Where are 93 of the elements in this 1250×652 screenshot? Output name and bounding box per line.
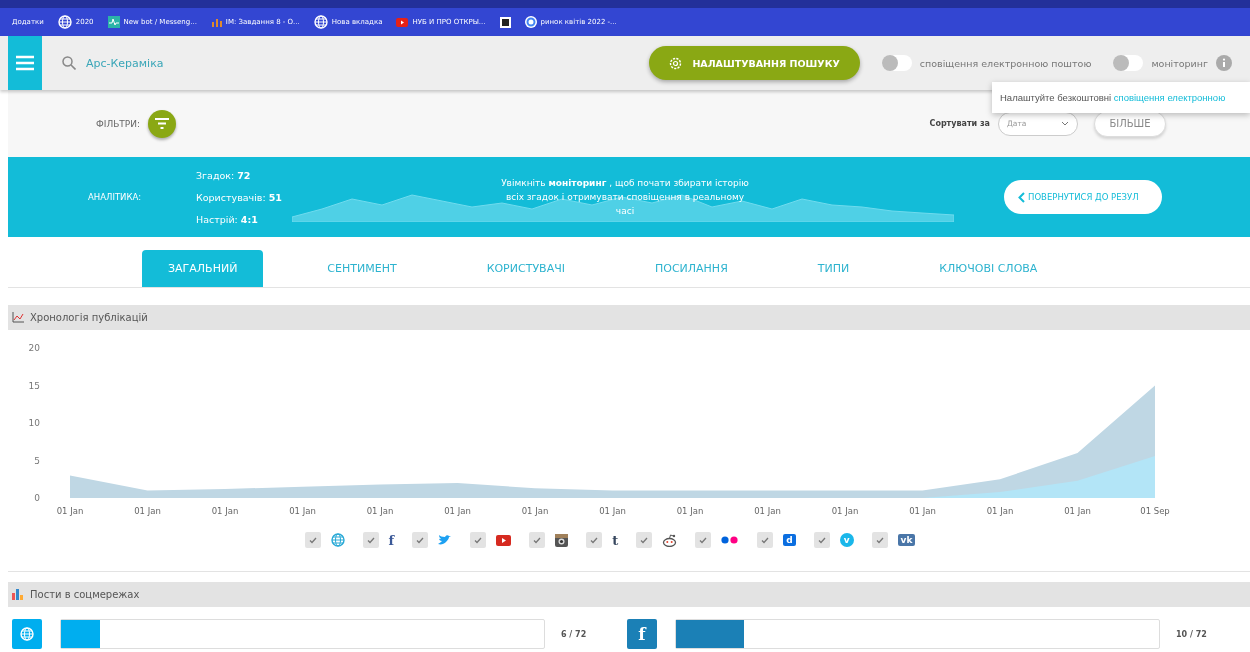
- axis-tick-label: 0: [34, 493, 40, 503]
- letter-icon: f: [638, 625, 646, 643]
- analytics-stat: Згадок: 72: [196, 169, 252, 181]
- checkbox[interactable]: [529, 532, 546, 548]
- check-icon: [699, 536, 708, 544]
- axis-tick-label: 01 Jan: [599, 506, 626, 516]
- axis-tick-label: 01 Jan: [366, 506, 394, 516]
- tab[interactable]: ПОСИЛАННЯ: [628, 250, 754, 287]
- axis-tick-label: 01 Jan: [986, 506, 1014, 516]
- check-icon: [817, 536, 826, 544]
- tab[interactable]: ТИПИ: [791, 250, 876, 287]
- axis-tick-label: 01 Jan: [676, 506, 704, 516]
- tab[interactable]: ЗАГАЛЬНИЙ: [142, 250, 264, 287]
- search-icon: [62, 56, 76, 70]
- check-icon: [590, 536, 599, 544]
- toggle-label: моніторинг: [1151, 57, 1208, 69]
- check-icon: [761, 536, 770, 544]
- globe-icon: [20, 627, 34, 641]
- check-icon: [875, 536, 884, 544]
- tab[interactable]: КЛЮЧОВІ СЛОВА: [913, 250, 1064, 287]
- axis-tick-label: 01 Jan: [289, 506, 316, 516]
- axis-tick-label: 01 Jan: [909, 506, 936, 516]
- pulse-icon: [107, 16, 120, 28]
- analytics-stat: Користувачів: 51: [196, 191, 283, 203]
- axis-tick-label: 01 Jan: [211, 506, 239, 516]
- play-icon: [396, 17, 409, 27]
- section-title: Пости в соцмережах: [30, 589, 140, 600]
- checkbox[interactable]: [586, 532, 603, 548]
- checkbox[interactable]: [813, 532, 830, 548]
- letter-icon: vk: [897, 534, 916, 546]
- caret-icon: [1061, 121, 1069, 126]
- filter-icon: [155, 118, 170, 129]
- check-icon: [308, 536, 317, 544]
- checkbox[interactable]: [362, 532, 379, 548]
- post-count: 10 / 72: [1176, 629, 1207, 639]
- axis-tick-label: 01 Jan: [831, 506, 859, 516]
- axis-tick-label: 10: [28, 418, 40, 428]
- letter-icon: f: [388, 533, 395, 547]
- axis-tick-label: 5: [34, 455, 40, 466]
- checkbox[interactable]: [304, 532, 321, 548]
- letter-icon: v: [839, 533, 854, 547]
- axis-tick-label: 15: [28, 380, 40, 391]
- bar-chart-icon: [12, 589, 24, 600]
- globe-icon: [57, 15, 72, 29]
- monitoring-message: Увімкніть моніторинг , щоб почати збирати історію всіх згадок і отримувати сповіщення в реальному часі: [500, 177, 750, 218]
- axis-tick-label: 01 Jan: [56, 506, 84, 516]
- checkbox[interactable]: [470, 532, 487, 548]
- checkbox[interactable]: [871, 532, 888, 548]
- menu-icon: [16, 55, 34, 71]
- checkbox[interactable]: [757, 532, 774, 548]
- axis-tick-label: 01 Jan: [521, 506, 549, 516]
- checkbox[interactable]: [695, 532, 712, 548]
- checkbox[interactable]: [636, 532, 653, 548]
- check-icon: [474, 536, 483, 544]
- axis-tick-label: 01 Jan: [754, 506, 781, 516]
- toggle-label: сповіщення електронною поштою: [919, 57, 1092, 69]
- check-icon: [366, 536, 375, 544]
- chart-icon: [210, 17, 222, 27]
- axis-tick-label: 01 Sep: [1140, 506, 1170, 516]
- tab[interactable]: СЕНТИМЕНТ: [301, 250, 423, 287]
- toggle-switch[interactable]: [1113, 55, 1144, 71]
- axis-tick-label: 01 Jan: [1064, 506, 1091, 516]
- filters-label: ФІЛЬТРИ:: [96, 118, 141, 129]
- menu-button[interactable]: [8, 36, 42, 90]
- check-icon: [533, 536, 542, 544]
- chevron-icon: [1018, 191, 1025, 203]
- toggle-switch[interactable]: [881, 55, 912, 71]
- letter-icon: d: [783, 534, 796, 546]
- check-icon: [640, 536, 649, 544]
- axis-tick-label: 20: [28, 343, 40, 353]
- check-icon: [416, 536, 425, 544]
- email-alerts-link[interactable]: сповіщення електронною: [1113, 92, 1226, 103]
- analytics-label: АНАЛІТИКА:: [87, 192, 143, 202]
- ring-icon: [524, 16, 537, 28]
- analytics-stat: Настрій: 4:1: [196, 213, 259, 225]
- filter-button[interactable]: [148, 109, 177, 138]
- search-settings-button[interactable]: НАЛАШТУВАННЯ ПОШУКУ: [649, 46, 860, 80]
- globe-icon: [313, 15, 328, 29]
- gear-icon: [669, 56, 683, 70]
- letter-icon: t: [612, 533, 619, 547]
- back-button[interactable]: ПОВЕРНУТИСЯ ДО РЕЗУЛ: [1004, 180, 1162, 214]
- square-icon: [499, 16, 511, 28]
- info-icon[interactable]: [1216, 55, 1232, 71]
- line-chart-icon: [12, 312, 24, 323]
- axis-tick-label: 01 Jan: [444, 506, 471, 516]
- tooltip-text: Налаштуйте безкоштовні: [1000, 92, 1113, 103]
- search-field[interactable]: Арс-Кераміка: [84, 55, 288, 71]
- axis-tick-label: 01 Jan: [134, 506, 161, 516]
- section-title: Хронологія публікацій: [30, 312, 148, 323]
- post-count: 6 / 72: [561, 629, 587, 639]
- tab[interactable]: КОРИСТУВАЧІ: [460, 250, 591, 287]
- checkbox[interactable]: [412, 532, 429, 548]
- sort-label: Сортувати за: [929, 119, 990, 128]
